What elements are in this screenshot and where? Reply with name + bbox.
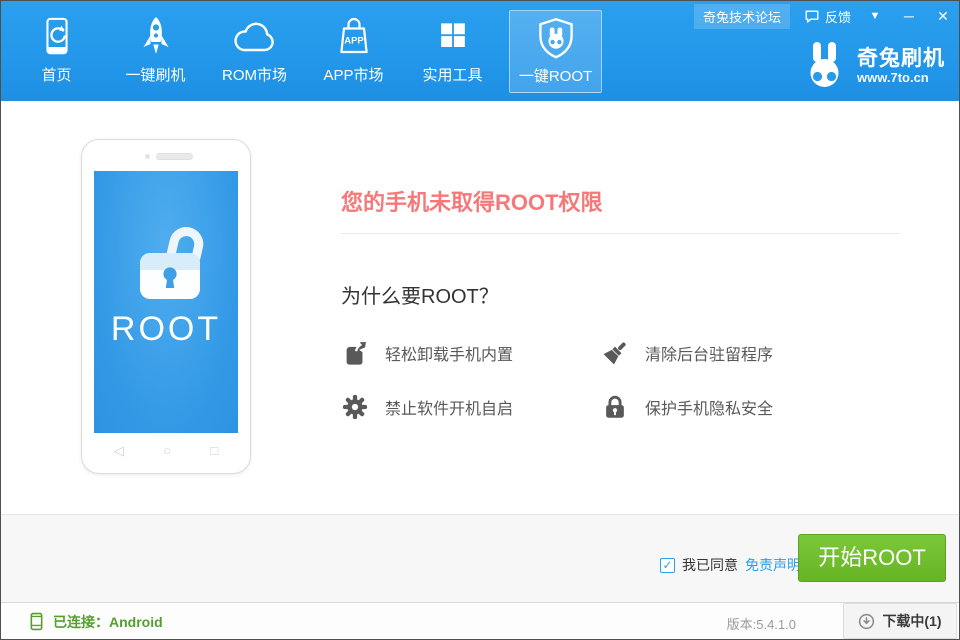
app-bag-icon: APP — [332, 10, 376, 60]
android-back-icon: ◁ — [114, 443, 124, 459]
close-button[interactable]: ✕ — [933, 6, 953, 26]
forum-button[interactable]: 奇兔技术论坛 — [694, 4, 790, 29]
grid-tiles-icon — [433, 10, 473, 60]
connected-phone-icon — [29, 612, 44, 631]
feature-label: 轻松卸载手机内置 — [385, 341, 513, 365]
phone-camera-dot — [145, 154, 150, 159]
nav-item-tools[interactable]: 实用工具 — [406, 10, 499, 93]
rocket-icon — [134, 10, 178, 60]
minimize-button[interactable]: ─ — [899, 6, 919, 26]
speech-bubble-icon — [804, 9, 820, 24]
nav-item-label: 一键刷机 — [125, 64, 185, 85]
feature-uninstall: 轻松卸载手机内置 — [341, 339, 601, 367]
nav-item-one-key-root[interactable]: 一键ROOT — [509, 10, 602, 93]
feature-label: 保护手机隐私安全 — [645, 395, 773, 419]
nav-item-label: APP市场 — [323, 64, 383, 85]
feature-grid: 轻松卸载手机内置 清除后台驻留程序 — [341, 339, 946, 421]
nav-item-rom-market[interactable]: ROM市场 — [208, 10, 301, 93]
titlebar-controls: 奇兔技术论坛 反馈 ▼ ─ ✕ — [694, 4, 953, 28]
disclaimer-link[interactable]: 免责声明 — [745, 555, 801, 575]
screen-root-label: ROOT — [111, 310, 221, 349]
app-bag-text: APP — [344, 36, 364, 47]
gear-icon — [341, 393, 369, 421]
why-root-heading: 为什么要ROOT？ — [341, 280, 946, 309]
brand-logo: 奇兔刷机 www.7to.cn — [804, 41, 945, 91]
feature-clean: 清除后台驻留程序 — [601, 339, 901, 367]
status-bar: 已连接：Android 版本:5.4.1.0 下载中(1) — [1, 602, 959, 640]
nav-item-label: 实用工具 — [422, 64, 482, 85]
rabbit-logo-icon — [804, 41, 848, 91]
phone-screen: ROOT — [94, 171, 238, 433]
divider — [341, 233, 901, 234]
start-root-button[interactable]: 开始ROOT — [798, 534, 946, 582]
nav-item-label: ROM市场 — [222, 64, 287, 85]
page-title: 您的手机未取得ROOT权限 — [341, 185, 946, 217]
download-button[interactable]: 下载中(1) — [843, 603, 957, 639]
root-info-panel: 您的手机未取得ROOT权限 为什么要ROOT？ 轻松卸载手机内置 — [341, 101, 946, 421]
open-padlock-icon — [134, 221, 214, 301]
feature-autostart: 禁止软件开机自启 — [341, 393, 601, 421]
phone-nav-bar: ◁ ○ □ — [94, 443, 238, 459]
agree-group: ✓ 我已同意 免责声明 — [660, 555, 801, 575]
clean-brush-icon — [601, 339, 629, 367]
download-icon — [858, 613, 875, 630]
brand-url: www.7to.cn — [857, 70, 945, 85]
android-home-icon: ○ — [163, 443, 171, 459]
app-window: 首页 一键刷机 ROM市场 — [0, 0, 960, 640]
brand-name: 奇兔刷机 — [857, 47, 945, 70]
header: 首页 一键刷机 ROM市场 — [1, 1, 959, 101]
connection-text: 已连接：Android — [53, 612, 163, 632]
feature-label: 禁止软件开机自启 — [385, 395, 513, 419]
nav-item-flash[interactable]: 一键刷机 — [109, 10, 202, 93]
cloud-icon — [231, 10, 279, 60]
phone-speaker — [156, 153, 193, 160]
nav-item-app-market[interactable]: APP APP市场 — [307, 10, 400, 93]
agree-label: 我已同意 — [682, 555, 738, 575]
action-bar: ✓ 我已同意 免责声明 开始ROOT — [1, 514, 959, 602]
shield-rabbit-icon — [534, 11, 578, 61]
nav-item-label: 一键ROOT — [519, 65, 592, 86]
privacy-lock-icon — [601, 393, 629, 421]
phone-illustration: ROOT ◁ ○ □ — [81, 139, 251, 474]
nav-item-label: 首页 — [41, 64, 71, 85]
download-label: 下载中(1) — [882, 611, 941, 631]
uninstall-box-icon — [341, 339, 369, 367]
agree-checkbox[interactable]: ✓ — [660, 558, 675, 573]
feature-label: 清除后台驻留程序 — [645, 341, 773, 365]
phone-refresh-icon — [36, 10, 78, 60]
dropdown-icon[interactable]: ▼ — [865, 6, 885, 26]
android-recent-icon: □ — [210, 443, 218, 459]
feedback-button[interactable]: 反馈 — [804, 7, 851, 26]
feedback-label: 反馈 — [825, 7, 851, 26]
feature-privacy: 保护手机隐私安全 — [601, 393, 901, 421]
nav-item-home[interactable]: 首页 — [10, 10, 103, 93]
connection-status: 已连接：Android — [29, 603, 163, 640]
version-text: 版本:5.4.1.0 — [727, 614, 796, 633]
main-content: ROOT ◁ ○ □ 您的手机未取得ROOT权限 为什么要ROOT？ — [1, 101, 959, 514]
